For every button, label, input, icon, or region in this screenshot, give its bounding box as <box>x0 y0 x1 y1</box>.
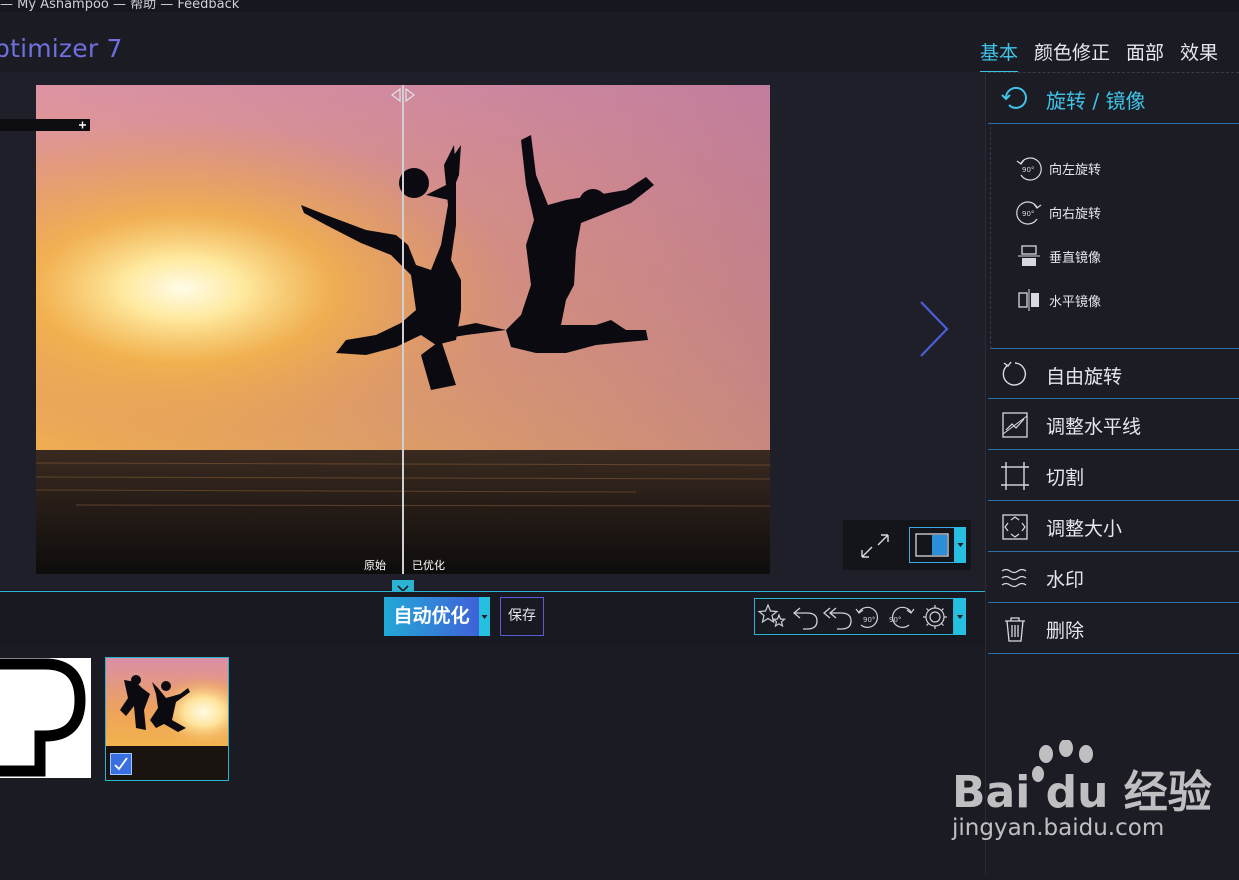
split-handle[interactable] <box>388 87 418 103</box>
check-icon <box>114 757 128 771</box>
title-bar-text: — My Ashampoo — 帮助 — Feedback <box>0 0 240 12</box>
split-view-icon <box>915 533 949 557</box>
rotate-mirror-label: 旋转 / 镜像 <box>1046 89 1146 113</box>
fullscreen-icon[interactable] <box>858 531 892 561</box>
baidu-watermark: Bai du 经验 <box>948 739 1239 880</box>
rotate-right-90-icon: 90° <box>1016 201 1042 225</box>
flip-horizontal-icon <box>1018 289 1039 311</box>
svg-text:90°: 90° <box>863 616 875 624</box>
rotate-left-90-icon: 90° <box>1016 157 1042 181</box>
delete-item[interactable]: 删除 <box>988 603 1239 654</box>
straighten-horizon-item[interactable]: 调整水平线 <box>988 399 1239 450</box>
free-rotate-item[interactable]: 自由旋转 <box>988 349 1239 399</box>
flip-vertical-label: 垂直镜像 <box>1049 251 1102 266</box>
watermark-url: jingyan.baidu.com <box>952 815 1165 841</box>
label-optimized: 已优化 <box>412 559 445 572</box>
crop-label: 切割 <box>1046 467 1085 489</box>
next-image-arrow-icon[interactable] <box>915 300 951 358</box>
resize-item[interactable]: 调整大小 <box>988 501 1239 552</box>
trash-icon <box>1000 614 1030 648</box>
tools-dropdown-icon[interactable] <box>954 598 966 635</box>
flip-horizontal-option[interactable]: 水平镜像 <box>1013 285 1101 315</box>
flip-vertical-option[interactable]: 垂直镜像 <box>1013 241 1101 271</box>
zoom-in-icon[interactable] <box>76 119 89 131</box>
tab-effects[interactable]: 效果 <box>1180 38 1218 71</box>
baidu-paw-logo: Bai du 经验 <box>952 739 1212 818</box>
label-original: 原始 <box>364 559 386 572</box>
tab-face[interactable]: 面部 <box>1126 38 1164 71</box>
stars-icon[interactable] <box>757 603 787 628</box>
header <box>0 12 985 72</box>
straighten-horizon-icon <box>1000 410 1030 444</box>
rotate-mirror-icon <box>1000 82 1032 118</box>
svg-text:Bai du 经验: Bai du 经验 <box>952 767 1212 818</box>
tab-basic[interactable]: 基本 <box>980 38 1019 72</box>
watermark-label: 水印 <box>1046 569 1085 591</box>
undo-icon[interactable] <box>792 607 818 630</box>
rotate-right-option[interactable]: 90° 向右旋转 <box>1013 197 1101 227</box>
split-divider[interactable] <box>402 85 404 574</box>
rotate-right-90-icon[interactable]: 90° <box>889 606 915 628</box>
auto-optimize-dropdown-icon[interactable] <box>479 597 490 636</box>
svg-text:90°: 90° <box>1022 210 1034 218</box>
settings-icon[interactable] <box>923 605 947 629</box>
auto-optimize-button[interactable]: 自动优化 <box>384 597 479 636</box>
resize-icon <box>1000 512 1030 546</box>
compare-dropdown-arrow-icon[interactable] <box>955 527 966 563</box>
rotate-right-label: 向右旋转 <box>1049 207 1102 222</box>
free-rotate-icon <box>1000 359 1030 393</box>
rotate-left-label: 向左旋转 <box>1049 163 1102 178</box>
rotate-left-option[interactable]: 90° 向左旋转 <box>1013 153 1101 183</box>
crop-icon <box>1000 461 1030 495</box>
app-title: ptimizer 7 <box>0 34 123 63</box>
flip-vertical-icon <box>1018 245 1040 266</box>
straighten-horizon-label: 调整水平线 <box>1046 416 1142 438</box>
save-button[interactable]: 保存 <box>500 597 544 636</box>
tab-color-correction[interactable]: 颜色修正 <box>1034 38 1110 71</box>
tab-bar: 基本 颜色修正 面部 效果 <box>980 38 1239 72</box>
svg-text:90°: 90° <box>1022 166 1034 174</box>
logo-thumbnail[interactable] <box>0 658 91 778</box>
rotate-mirror-options: 90° 向左旋转 90° 向右旋转 垂直镜像 水平镜像 <box>990 122 1239 349</box>
split-arrows-icon <box>391 87 415 103</box>
tools-group: 90° 90° <box>754 598 954 635</box>
thumbnail-checkbox[interactable] <box>110 753 132 775</box>
flip-horizontal-label: 水平镜像 <box>1049 295 1102 310</box>
undo-all-icon[interactable] <box>822 607 852 630</box>
watermark-item[interactable]: 水印 <box>988 552 1239 603</box>
compare-view-button[interactable] <box>909 527 955 563</box>
crop-item[interactable]: 切割 <box>988 450 1239 501</box>
svg-text:90°: 90° <box>889 616 901 624</box>
rotate-left-90-icon[interactable]: 90° <box>855 606 879 628</box>
rotate-mirror-header[interactable]: 旋转 / 镜像 <box>988 72 1239 124</box>
delete-label: 删除 <box>1046 620 1085 642</box>
free-rotate-label: 自由旋转 <box>1046 366 1123 388</box>
logo-image <box>0 658 86 777</box>
resize-label: 调整大小 <box>1046 518 1123 540</box>
title-bar: — My Ashampoo — 帮助 — Feedback <box>0 0 1239 12</box>
watermark-icon <box>1000 563 1030 597</box>
